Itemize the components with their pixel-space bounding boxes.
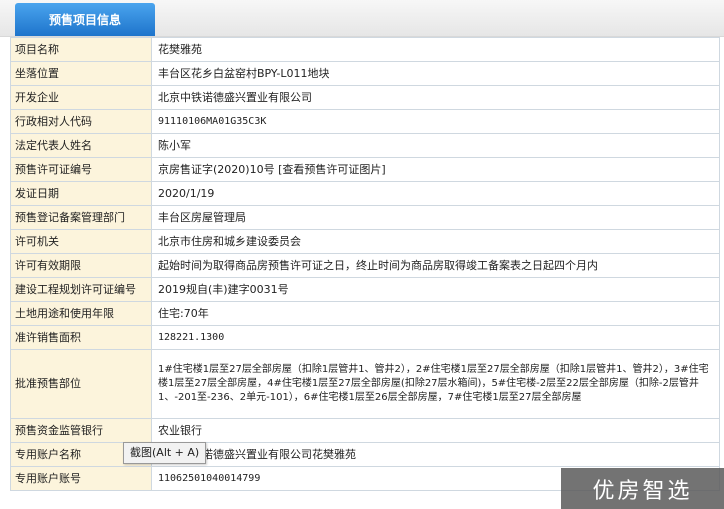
table-row: 批准预售部位 1#住宅楼1层至27层全部房屋（扣除1层管井1、管井2），2#住宅楼… xyxy=(10,349,720,419)
row-value: 北京中铁诺德盛兴置业有限公司花樊雅苑 xyxy=(151,442,720,467)
table-row: 预售登记备案管理部门 丰台区房屋管理局 xyxy=(10,205,720,230)
row-value: 起始时间为取得商品房预售许可证之日，终止时间为商品房取得竣工备案表之日起四个月内 xyxy=(151,253,720,278)
table-row: 专用账户名称 北京中铁诺德盛兴置业有限公司花樊雅苑 xyxy=(10,442,720,467)
table-row: 土地用途和使用年限 住宅:70年 xyxy=(10,301,720,326)
table-row: 预售许可证编号 京房售证字(2020)10号 [查看预售许可证图片] xyxy=(10,157,720,182)
table-row: 许可有效期限 起始时间为取得商品房预售许可证之日，终止时间为商品房取得竣工备案表之… xyxy=(10,253,720,278)
row-label: 许可机关 xyxy=(10,229,152,254)
watermark-logo: 优房智选 xyxy=(561,468,724,509)
row-label: 坐落位置 xyxy=(10,61,152,86)
row-value: 128221.1300 xyxy=(151,325,720,350)
row-label: 开发企业 xyxy=(10,85,152,110)
row-label: 预售资金监管银行 xyxy=(10,418,152,443)
section-header: 预售项目信息 xyxy=(0,0,724,37)
table-row: 开发企业 北京中铁诺德盛兴置业有限公司 xyxy=(10,85,720,110)
row-label: 专用账户账号 xyxy=(10,466,152,491)
row-value: 91110106MA01G35C3K xyxy=(151,109,720,134)
row-label: 土地用途和使用年限 xyxy=(10,301,152,326)
table-row: 坐落位置 丰台区花乡白盆窑村BPY-L011地块 xyxy=(10,61,720,86)
row-label: 许可有效期限 xyxy=(10,253,152,278)
row-label: 批准预售部位 xyxy=(10,349,152,419)
row-label: 建设工程规划许可证编号 xyxy=(10,277,152,302)
row-value: 丰台区房屋管理局 xyxy=(151,205,720,230)
row-value: 1#住宅楼1层至27层全部房屋（扣除1层管井1、管井2），2#住宅楼1层至27层… xyxy=(151,349,720,419)
table-row: 准许销售面积 128221.1300 xyxy=(10,325,720,350)
table-row: 建设工程规划许可证编号 2019规自(丰)建字0031号 xyxy=(10,277,720,302)
row-label: 发证日期 xyxy=(10,181,152,206)
row-value: 住宅:70年 xyxy=(151,301,720,326)
table-row: 法定代表人姓名 陈小军 xyxy=(10,133,720,158)
tab-presale-project-info[interactable]: 预售项目信息 xyxy=(15,3,155,36)
row-label: 项目名称 xyxy=(10,37,152,62)
presale-permit-link[interactable]: 京房售证字(2020)10号 [查看预售许可证图片] xyxy=(151,157,720,182)
row-value: 2020/1/19 xyxy=(151,181,720,206)
table-row: 许可机关 北京市住房和城乡建设委员会 xyxy=(10,229,720,254)
row-label: 行政相对人代码 xyxy=(10,109,152,134)
project-info-table: 项目名称 花樊雅苑 坐落位置 丰台区花乡白盆窑村BPY-L011地块 开发企业 北京中… xyxy=(10,37,720,491)
table-row: 行政相对人代码 91110106MA01G35C3K xyxy=(10,109,720,134)
row-value: 陈小军 xyxy=(151,133,720,158)
table-row: 发证日期 2020/1/19 xyxy=(10,181,720,206)
table-row: 预售资金监管银行 农业银行 xyxy=(10,418,720,443)
row-label: 法定代表人姓名 xyxy=(10,133,152,158)
row-value: 北京中铁诺德盛兴置业有限公司 xyxy=(151,85,720,110)
row-value: 丰台区花乡白盆窑村BPY-L011地块 xyxy=(151,61,720,86)
row-value: 花樊雅苑 xyxy=(151,37,720,62)
table-row: 项目名称 花樊雅苑 xyxy=(10,37,720,62)
row-value: 农业银行 xyxy=(151,418,720,443)
row-value: 2019规自(丰)建字0031号 xyxy=(151,277,720,302)
screenshot-tooltip: 截图(Alt + A) xyxy=(123,442,207,464)
row-label: 预售许可证编号 xyxy=(10,157,152,182)
row-label: 预售登记备案管理部门 xyxy=(10,205,152,230)
row-label: 准许销售面积 xyxy=(10,325,152,350)
row-value: 北京市住房和城乡建设委员会 xyxy=(151,229,720,254)
